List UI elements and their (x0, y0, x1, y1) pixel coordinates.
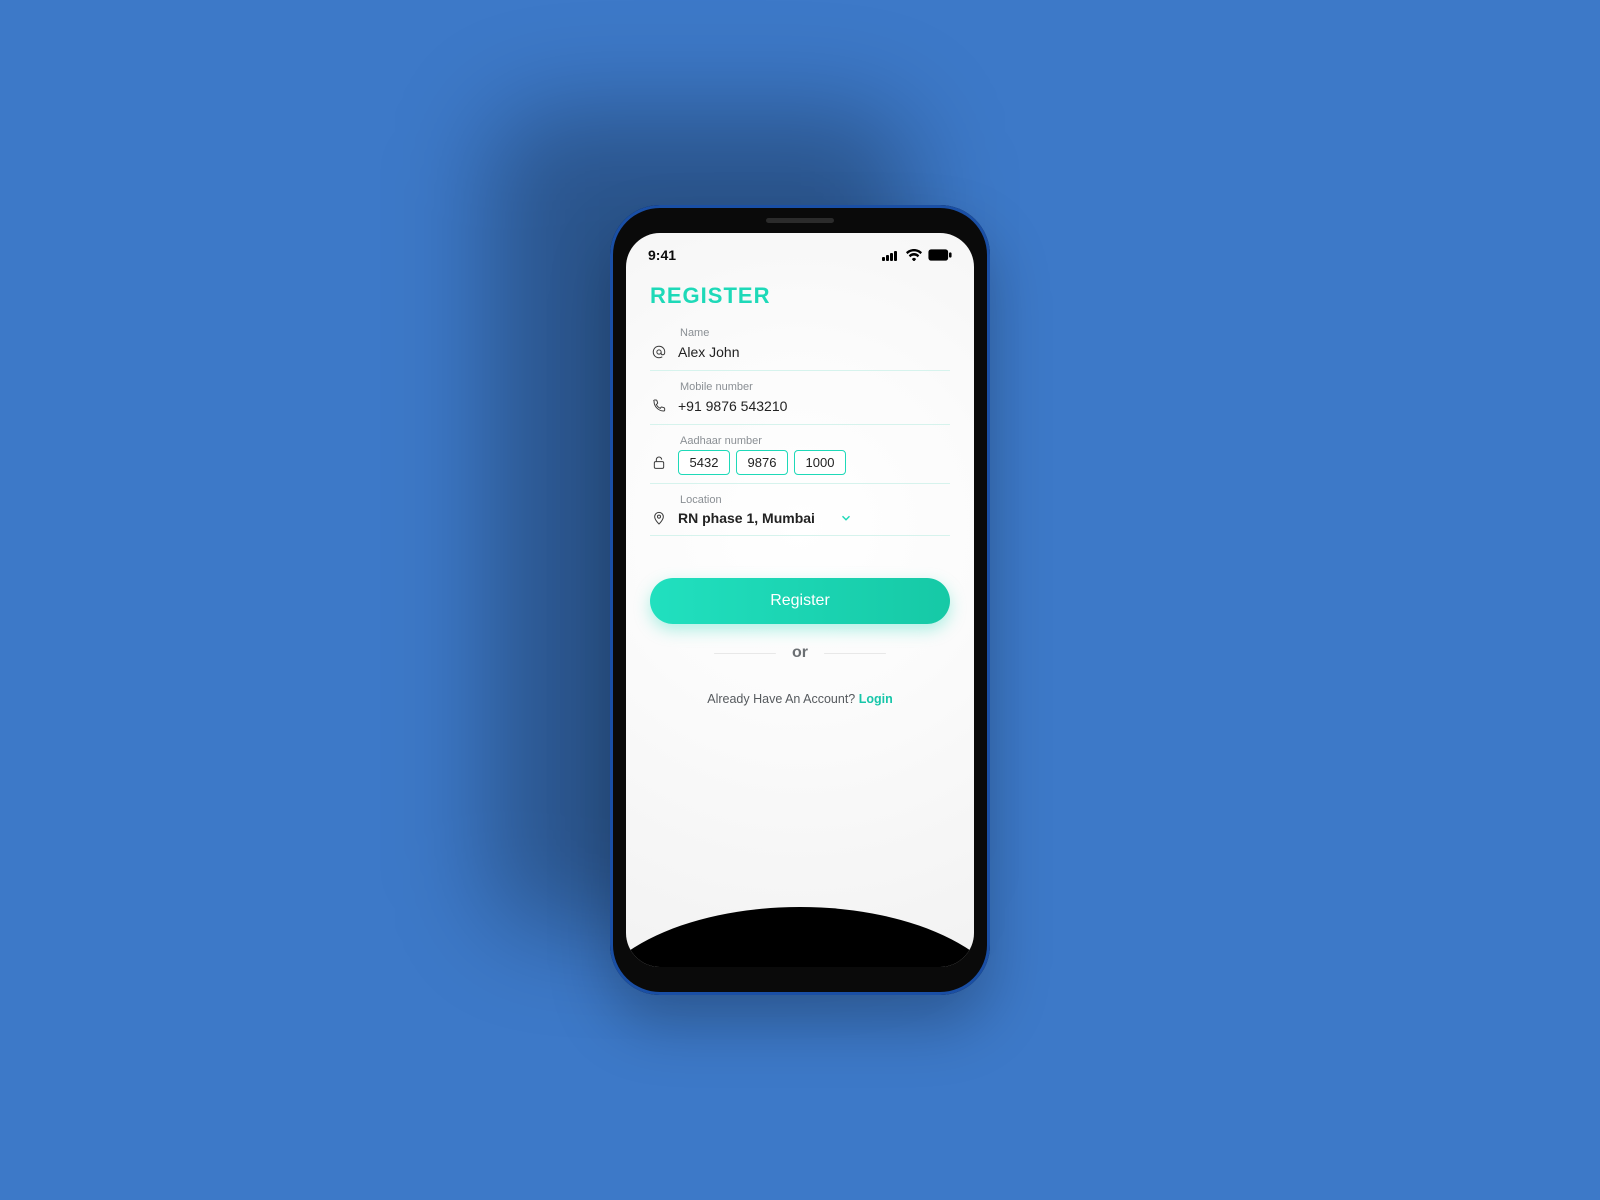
device-speaker (766, 218, 834, 223)
name-input[interactable] (678, 342, 950, 362)
location-dropdown[interactable]: RN phase 1, Mumbai (650, 509, 950, 527)
page-title: REGISTER (626, 263, 974, 317)
wifi-icon (906, 249, 922, 261)
status-bar: 9:41 (626, 233, 974, 263)
or-divider: or (650, 644, 950, 662)
or-text: or (792, 644, 808, 662)
mobile-input[interactable] (678, 396, 950, 416)
register-button[interactable]: Register (650, 578, 950, 624)
status-indicators (882, 249, 952, 261)
aadhaar-input-1[interactable] (678, 450, 730, 475)
mobile-label: Mobile number (650, 381, 950, 393)
divider-line (714, 653, 776, 654)
lock-icon (650, 454, 668, 472)
device-frame: 9:41 REGISTER (610, 205, 990, 995)
name-field: Name (650, 317, 950, 371)
register-form: Name Mobile (626, 317, 974, 536)
location-field: Location RN phase 1, Mumbai (650, 484, 950, 536)
location-value: RN phase 1, Mumbai (678, 510, 815, 526)
mobile-field: Mobile number (650, 371, 950, 425)
status-time: 9:41 (648, 247, 676, 263)
aadhaar-field: Aadhaar number (650, 425, 950, 484)
login-prompt: Already Have An Account? Login (650, 692, 950, 706)
aadhaar-input-2[interactable] (736, 450, 788, 475)
battery-icon (928, 249, 952, 261)
cellular-signal-icon (882, 249, 900, 261)
phone-icon (650, 397, 668, 415)
aadhaar-input-3[interactable] (794, 450, 846, 475)
app-screen: 9:41 REGISTER (626, 233, 974, 967)
aadhaar-label: Aadhaar number (650, 435, 950, 447)
already-have-text: Already Have An Account? (707, 692, 858, 706)
chevron-down-icon (839, 511, 853, 525)
divider-line (824, 653, 886, 654)
at-sign-icon (650, 343, 668, 361)
location-label: Location (650, 494, 950, 506)
location-pin-icon (650, 509, 668, 527)
login-link[interactable]: Login (859, 692, 893, 706)
name-label: Name (650, 327, 950, 339)
